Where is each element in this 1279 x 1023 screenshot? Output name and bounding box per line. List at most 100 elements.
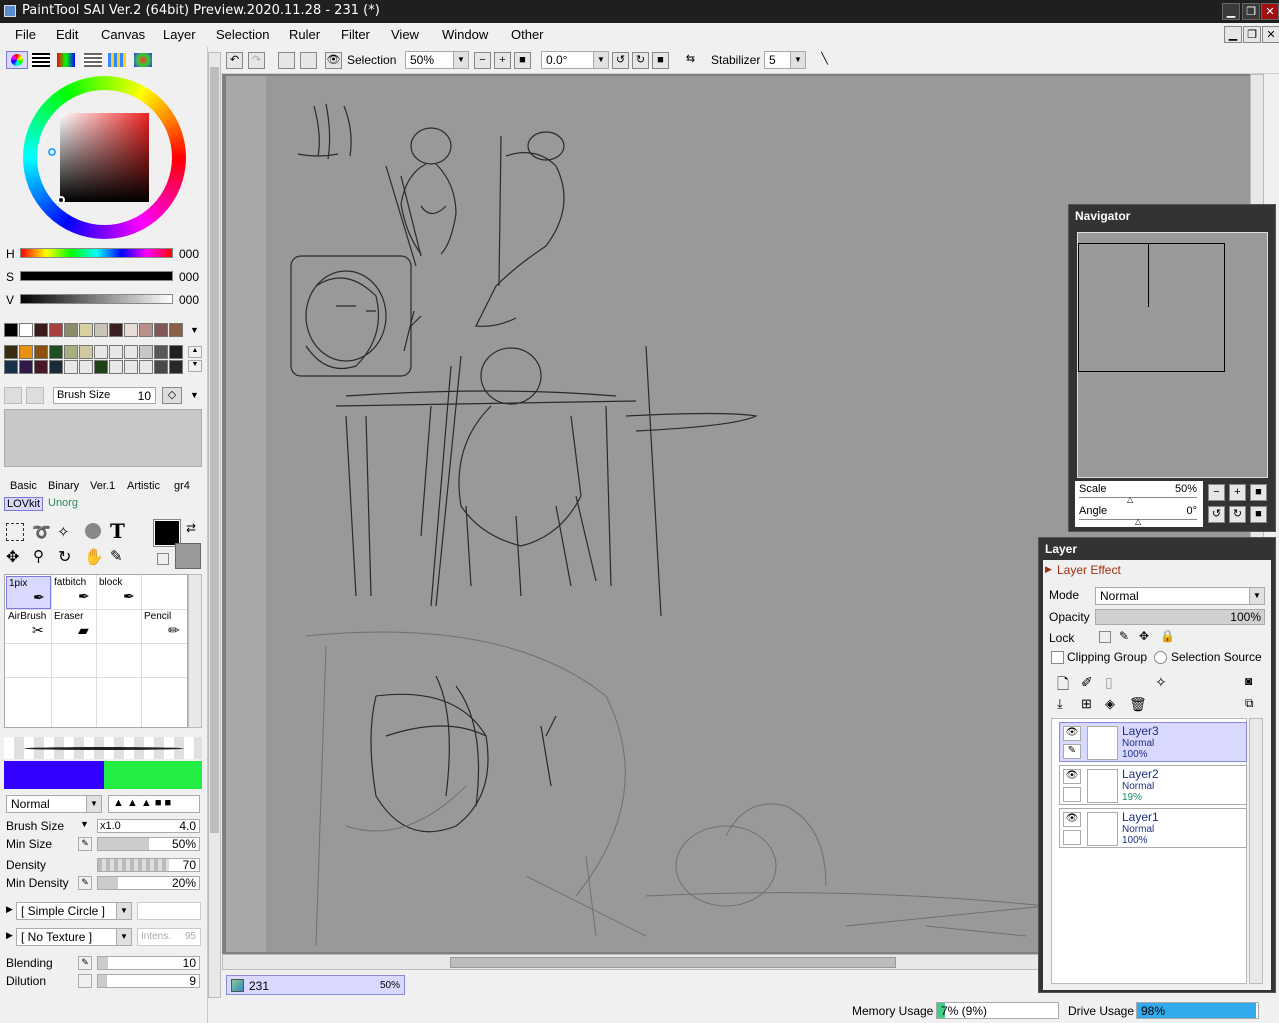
layer-effect-toggle[interactable]: Layer Effect (1057, 563, 1121, 577)
swatch[interactable] (64, 345, 78, 359)
swatch[interactable] (19, 360, 33, 374)
swatch[interactable] (124, 323, 138, 337)
tab-basic[interactable]: Basic (10, 480, 37, 492)
layer-mode-select[interactable]: Normal ▼ (1095, 587, 1265, 605)
layer-item-layer1[interactable]: 👁 Layer1 Normal 100% (1059, 808, 1247, 848)
swatch[interactable] (139, 323, 153, 337)
merge-down-icon[interactable]: ⊞ (1081, 696, 1092, 712)
scale-slider[interactable] (1079, 497, 1197, 498)
scroll-up-icon[interactable]: ▲ (188, 346, 202, 358)
rgb-slider-tab[interactable] (32, 53, 50, 67)
swatch[interactable] (139, 345, 153, 359)
hue-slider[interactable] (20, 248, 173, 258)
main-color-b[interactable] (104, 761, 202, 789)
swatch[interactable] (94, 323, 108, 337)
minimize-button[interactable]: ▁ (1222, 3, 1240, 20)
pressure-icon[interactable]: ✎ (78, 956, 92, 970)
nav-zoom-reset-button[interactable]: ■ (1250, 484, 1267, 501)
brush-slot-pencil[interactable]: Pencil ✏ (142, 610, 187, 643)
new-vector-layer-icon[interactable]: ✧ (1155, 674, 1167, 691)
text-tool-icon[interactable]: T (110, 519, 125, 543)
tab-artistic[interactable]: Artistic (127, 480, 160, 492)
swatch[interactable] (34, 323, 48, 337)
min-density-slider[interactable]: 20% (97, 876, 200, 890)
swatch[interactable] (79, 360, 93, 374)
tab-ver1[interactable]: Ver.1 (90, 480, 115, 492)
pressure-icon[interactable]: ✎ (78, 876, 92, 890)
swatch[interactable] (139, 360, 153, 374)
close-button[interactable]: ✕ (1261, 3, 1279, 20)
dilution-slider[interactable]: 9 (97, 974, 200, 988)
menu-filter[interactable]: Filter (341, 27, 370, 42)
brush-slot-block[interactable]: block ✒ (97, 576, 142, 609)
doc-close-button[interactable]: ✕ (1262, 26, 1279, 43)
invert-selection-button[interactable] (300, 52, 317, 69)
flip-horizontal-icon[interactable]: ⇆ (682, 52, 699, 69)
visibility-eye-icon[interactable]: 👁 (1063, 812, 1081, 827)
chevron-down-icon[interactable]: ▼ (190, 390, 199, 400)
menu-file[interactable]: File (15, 27, 36, 42)
swatch[interactable] (154, 323, 168, 337)
caret-right-icon[interactable]: ▶ (6, 904, 13, 915)
swatch[interactable] (64, 323, 78, 337)
caret-right-icon[interactable]: ▶ (1045, 564, 1052, 575)
document-tab[interactable]: 231 50% (226, 975, 405, 995)
brush-slot-eraser[interactable]: Eraser ▰ (52, 610, 97, 643)
eyedropper-icon[interactable]: ✎ (110, 547, 123, 565)
swatch[interactable] (154, 345, 168, 359)
swatch[interactable] (49, 323, 63, 337)
swatch[interactable] (64, 360, 78, 374)
angle-select[interactable]: 0.0° ▼ (541, 51, 609, 69)
caret-right-icon[interactable]: ▶ (6, 930, 13, 941)
navigator-viewport-box[interactable] (1078, 243, 1225, 372)
duplicate-icon[interactable]: ⧉ (1245, 696, 1254, 711)
brush-grid-scrollbar[interactable] (188, 574, 202, 728)
scrollbar-thumb[interactable] (210, 67, 219, 833)
layer-opacity-slider[interactable]: 100% (1095, 609, 1265, 625)
brush-texture-select[interactable]: [ No Texture ] ▼ (16, 928, 132, 946)
menu-canvas[interactable]: Canvas (101, 27, 145, 42)
size-preset-icon[interactable] (26, 387, 44, 404)
size-preset-icon[interactable] (4, 387, 22, 404)
pressure-line-icon[interactable]: ╲ (816, 52, 833, 69)
saturation-slider[interactable] (20, 271, 173, 281)
layer-item-layer3[interactable]: 👁 ✎ Layer3 Normal 100% (1059, 722, 1247, 762)
rotate-reset-button[interactable]: ■ (652, 52, 669, 69)
brush-shape-selector[interactable]: ▲ ▲ ▲ ■ ■ (108, 795, 200, 813)
lock-all-icon[interactable]: 🔒 (1160, 629, 1175, 643)
swatch[interactable] (109, 323, 123, 337)
undo-button[interactable]: ↶ (226, 52, 243, 69)
brush-slot-fatbitch[interactable]: fatbitch ✒ (52, 576, 97, 609)
brush-size-slider[interactable]: x1.0 4.0 (97, 819, 200, 833)
nav-rotate-left-button[interactable]: ↺ (1208, 506, 1225, 523)
chevron-down-icon[interactable]: ▼ (80, 819, 89, 829)
lock-move-icon[interactable]: ✥ (1139, 629, 1149, 643)
scrollbar-thumb[interactable] (450, 957, 896, 968)
sv-marker[interactable] (57, 196, 65, 204)
transparent-color-icon[interactable] (157, 553, 169, 565)
new-folder-icon[interactable]: ▯ (1105, 674, 1113, 691)
mixer-tab[interactable] (134, 53, 152, 67)
selection-source-radio[interactable] (1154, 651, 1167, 664)
blend-mode-select[interactable]: Normal ▼ (6, 795, 102, 813)
swatch[interactable] (4, 345, 18, 359)
trash-icon[interactable]: 🗑 (1129, 696, 1147, 713)
swatch[interactable] (79, 345, 93, 359)
density-slider[interactable]: 70 (97, 858, 200, 872)
doc-restore-button[interactable]: ❐ (1243, 26, 1261, 43)
left-panel-scrollbar[interactable] (208, 52, 221, 998)
swatch[interactable] (4, 323, 18, 337)
nav-zoom-in-button[interactable]: + (1229, 484, 1246, 501)
brush-shape-select[interactable]: [ Simple Circle ] ▼ (16, 902, 132, 920)
swatch[interactable] (169, 360, 183, 374)
zoom-select[interactable]: 50% ▼ (405, 51, 469, 69)
swatch[interactable] (169, 345, 183, 359)
move-icon[interactable]: ✥ (6, 547, 19, 567)
clipping-group-checkbox[interactable] (1051, 651, 1064, 664)
menu-window[interactable]: Window (442, 27, 488, 42)
swatch[interactable] (124, 345, 138, 359)
lasso-icon[interactable]: ➰ (32, 523, 51, 541)
tab-unorg[interactable]: Unorg (48, 497, 78, 509)
stabilizer-select[interactable]: 5 ▼ (764, 51, 806, 69)
mask-icon[interactable]: ◙ (1245, 674, 1252, 688)
